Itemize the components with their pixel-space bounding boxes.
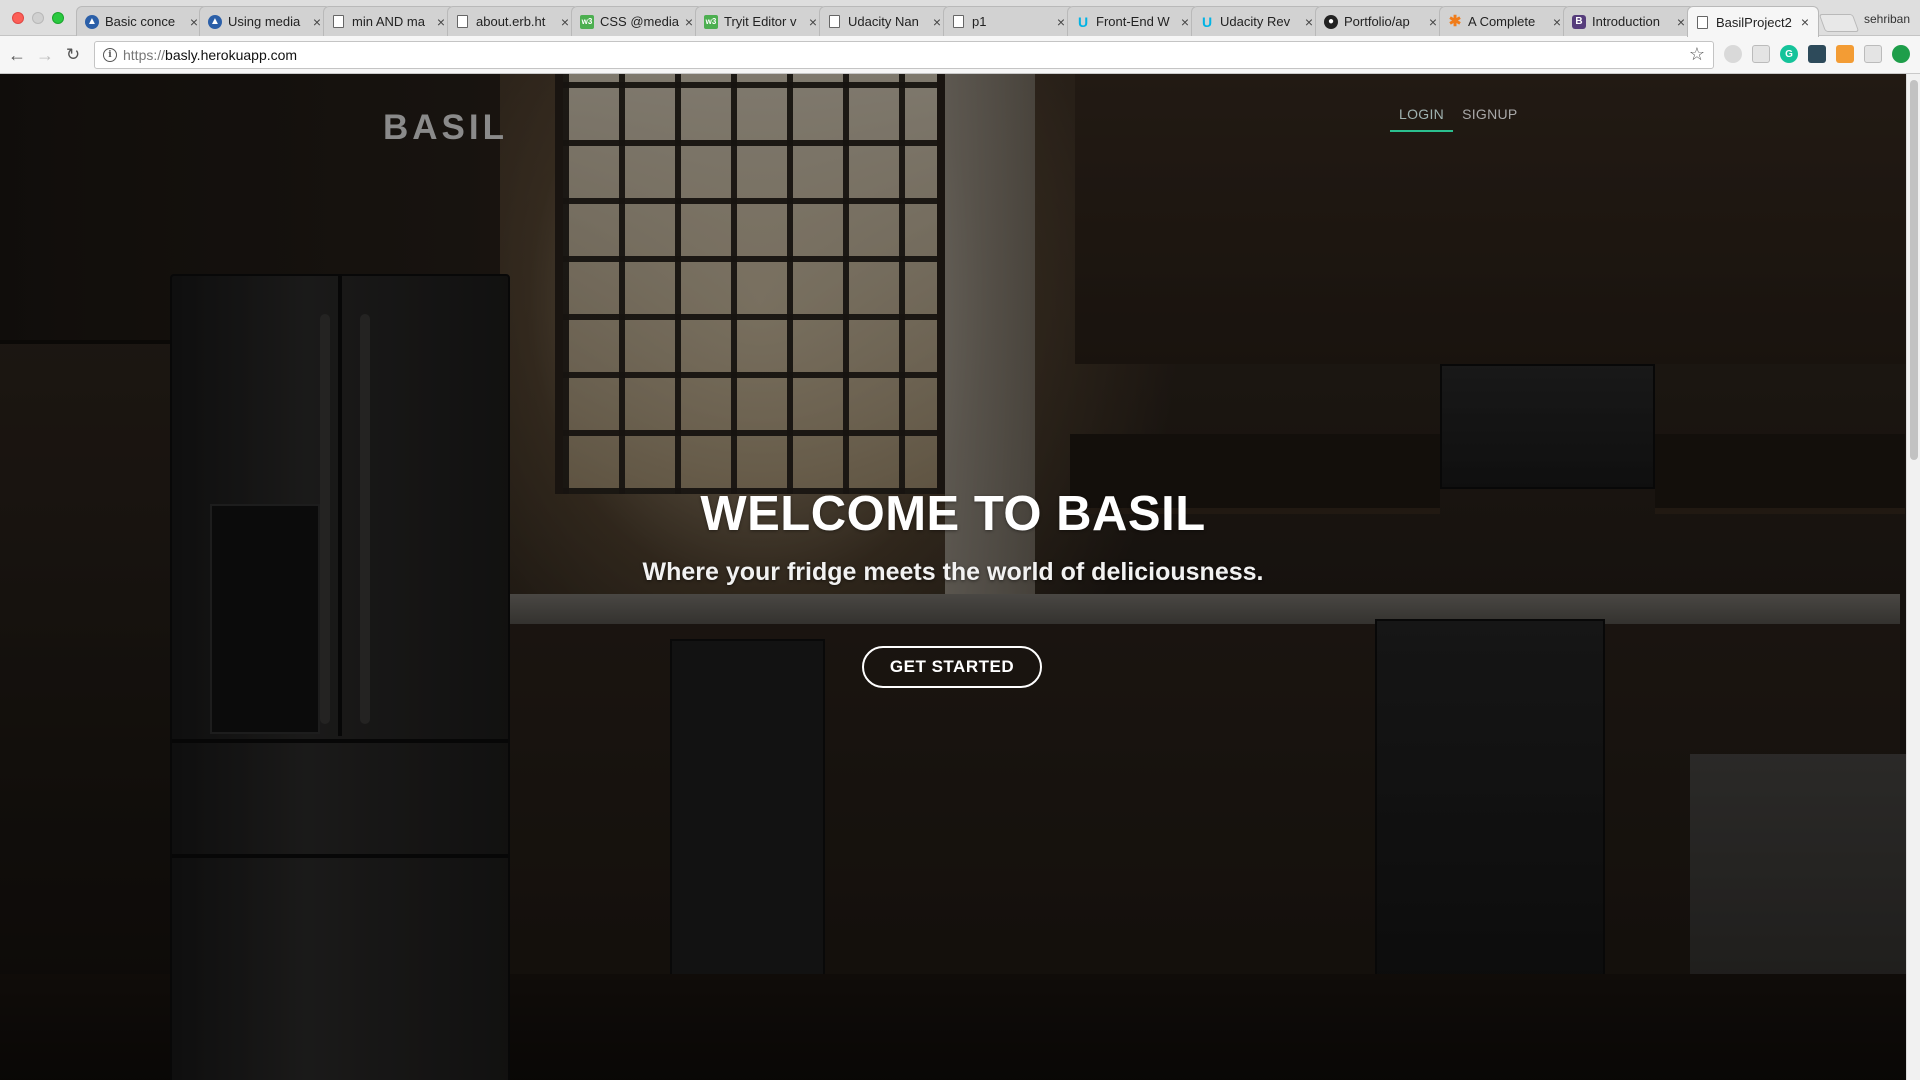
document-icon xyxy=(333,15,344,28)
site-logo[interactable]: BASIL xyxy=(383,108,508,148)
tab-title: Udacity Rev xyxy=(1220,14,1291,29)
close-icon[interactable]: × xyxy=(1798,15,1812,29)
tab-title: Udacity Nan xyxy=(848,14,919,29)
hero-subtitle: Where your fridge meets the world of del… xyxy=(642,558,1264,586)
tab-title: Basic conce xyxy=(105,14,176,29)
url-host: basly.herokuapp.com xyxy=(165,47,298,63)
udacity-icon: U xyxy=(1201,13,1213,30)
grammarly-icon[interactable]: G xyxy=(1780,45,1798,63)
document-icon xyxy=(1697,15,1708,29)
browser-tab[interactable]: U Udacity Rev × xyxy=(1191,6,1323,36)
extension-icon[interactable] xyxy=(1808,45,1826,63)
back-arrow-icon[interactable]: ← xyxy=(6,44,28,66)
browser-tabstrip: ▲ Basic conce × ▲ Using media × min AND … xyxy=(0,0,1920,37)
document-icon xyxy=(457,15,468,28)
tab-title: Portfolio/ap xyxy=(1344,14,1410,29)
tab-title: about.erb.ht xyxy=(476,14,546,29)
browser-tab[interactable]: w3 CSS @media × xyxy=(571,6,703,36)
page-scrollbar[interactable] xyxy=(1906,74,1920,1080)
mdn-icon: ▲ xyxy=(208,14,222,29)
close-icon[interactable]: × xyxy=(310,15,324,29)
bootstrap-icon: B xyxy=(1572,14,1586,29)
scrollbar-thumb[interactable] xyxy=(1910,80,1918,460)
info-icon[interactable]: i xyxy=(103,48,117,62)
browser-tab[interactable]: Udacity Nan × xyxy=(819,6,951,36)
tab-title: Front-End W xyxy=(1096,14,1170,29)
window-close-button[interactable] xyxy=(12,12,24,24)
browser-tab[interactable]: ✱ A Complete × xyxy=(1439,6,1571,36)
extension-icon[interactable] xyxy=(1892,45,1910,63)
tab-title: Tryit Editor v xyxy=(724,14,797,29)
tab-title: Introduction xyxy=(1592,14,1660,29)
get-started-button[interactable]: GET STARTED xyxy=(862,646,1042,688)
browser-tab[interactable]: about.erb.ht × xyxy=(447,6,579,36)
extension-icon[interactable] xyxy=(1724,45,1742,63)
window-zoom-button[interactable] xyxy=(52,12,64,24)
close-icon[interactable]: × xyxy=(1178,15,1192,29)
udacity-icon: U xyxy=(1077,13,1089,30)
browser-tab[interactable]: p1 × xyxy=(943,6,1075,36)
address-bar[interactable]: i https://basly.herokuapp.com ☆ xyxy=(94,41,1714,69)
close-icon[interactable]: × xyxy=(930,15,944,29)
close-icon[interactable]: × xyxy=(1674,15,1688,29)
star-icon: ✱ xyxy=(1448,13,1462,30)
window-minimize-button[interactable] xyxy=(32,12,44,24)
close-icon[interactable]: × xyxy=(682,15,696,29)
reload-icon[interactable]: ↻ xyxy=(62,44,84,66)
browser-tab-active[interactable]: BasilProject2 × xyxy=(1687,6,1819,37)
close-icon[interactable]: × xyxy=(1550,15,1564,29)
tab-title: p1 xyxy=(972,14,987,29)
tab-title: BasilProject2 xyxy=(1716,14,1792,30)
url-scheme: https:// xyxy=(123,47,166,63)
profile-name[interactable]: sehriban xyxy=(1864,12,1910,26)
close-icon[interactable]: × xyxy=(558,15,572,29)
browser-tab[interactable]: ▲ Using media × xyxy=(199,6,331,36)
tab-title: Using media xyxy=(228,14,301,29)
close-icon[interactable]: × xyxy=(1054,15,1068,29)
tab-title: CSS @media xyxy=(600,14,679,29)
close-icon[interactable]: × xyxy=(434,15,448,29)
document-icon xyxy=(953,15,964,28)
w3schools-icon: w3 xyxy=(580,14,594,29)
mdn-icon: ▲ xyxy=(85,14,99,29)
browser-tab[interactable]: w3 Tryit Editor v × xyxy=(695,6,827,36)
browser-tab[interactable]: ▲ Basic conce × xyxy=(76,6,208,36)
close-icon[interactable]: × xyxy=(1302,15,1316,29)
new-tab-button[interactable] xyxy=(1818,14,1860,32)
site-nav: LOGIN SIGNUP xyxy=(1390,106,1527,132)
w3schools-icon: w3 xyxy=(704,14,718,29)
close-icon[interactable]: × xyxy=(1426,15,1440,29)
browser-tab[interactable]: ● Portfolio/ap × xyxy=(1315,6,1447,36)
browser-toolbar: ← → ↻ i https://basly.herokuapp.com ☆ G xyxy=(0,36,1920,74)
nav-login-link[interactable]: LOGIN xyxy=(1390,106,1454,132)
tab-list: ▲ Basic conce × ▲ Using media × min AND … xyxy=(76,6,1826,37)
github-icon: ● xyxy=(1324,14,1338,29)
bookmark-star-icon[interactable]: ☆ xyxy=(1689,44,1705,65)
forward-arrow-icon[interactable]: → xyxy=(34,44,56,66)
hero-title: WELCOME TO BASIL xyxy=(700,487,1206,541)
extension-icon[interactable] xyxy=(1752,45,1770,63)
browser-tab[interactable]: min AND ma × xyxy=(323,6,455,36)
browser-tab[interactable]: B Introduction × xyxy=(1563,6,1695,36)
close-icon[interactable]: × xyxy=(806,15,820,29)
extension-icon[interactable] xyxy=(1836,45,1854,63)
nav-signup-link[interactable]: SIGNUP xyxy=(1453,106,1526,132)
document-icon xyxy=(829,15,840,28)
tab-title: min AND ma xyxy=(352,14,425,29)
extension-icons: G xyxy=(1724,45,1910,63)
browser-tab[interactable]: U Front-End W × xyxy=(1067,6,1199,36)
tab-title: A Complete xyxy=(1468,14,1536,29)
extension-icon[interactable] xyxy=(1864,45,1882,63)
page-viewport: BASIL LOGIN SIGNUP WELCOME TO BASIL Wher… xyxy=(0,74,1906,1080)
